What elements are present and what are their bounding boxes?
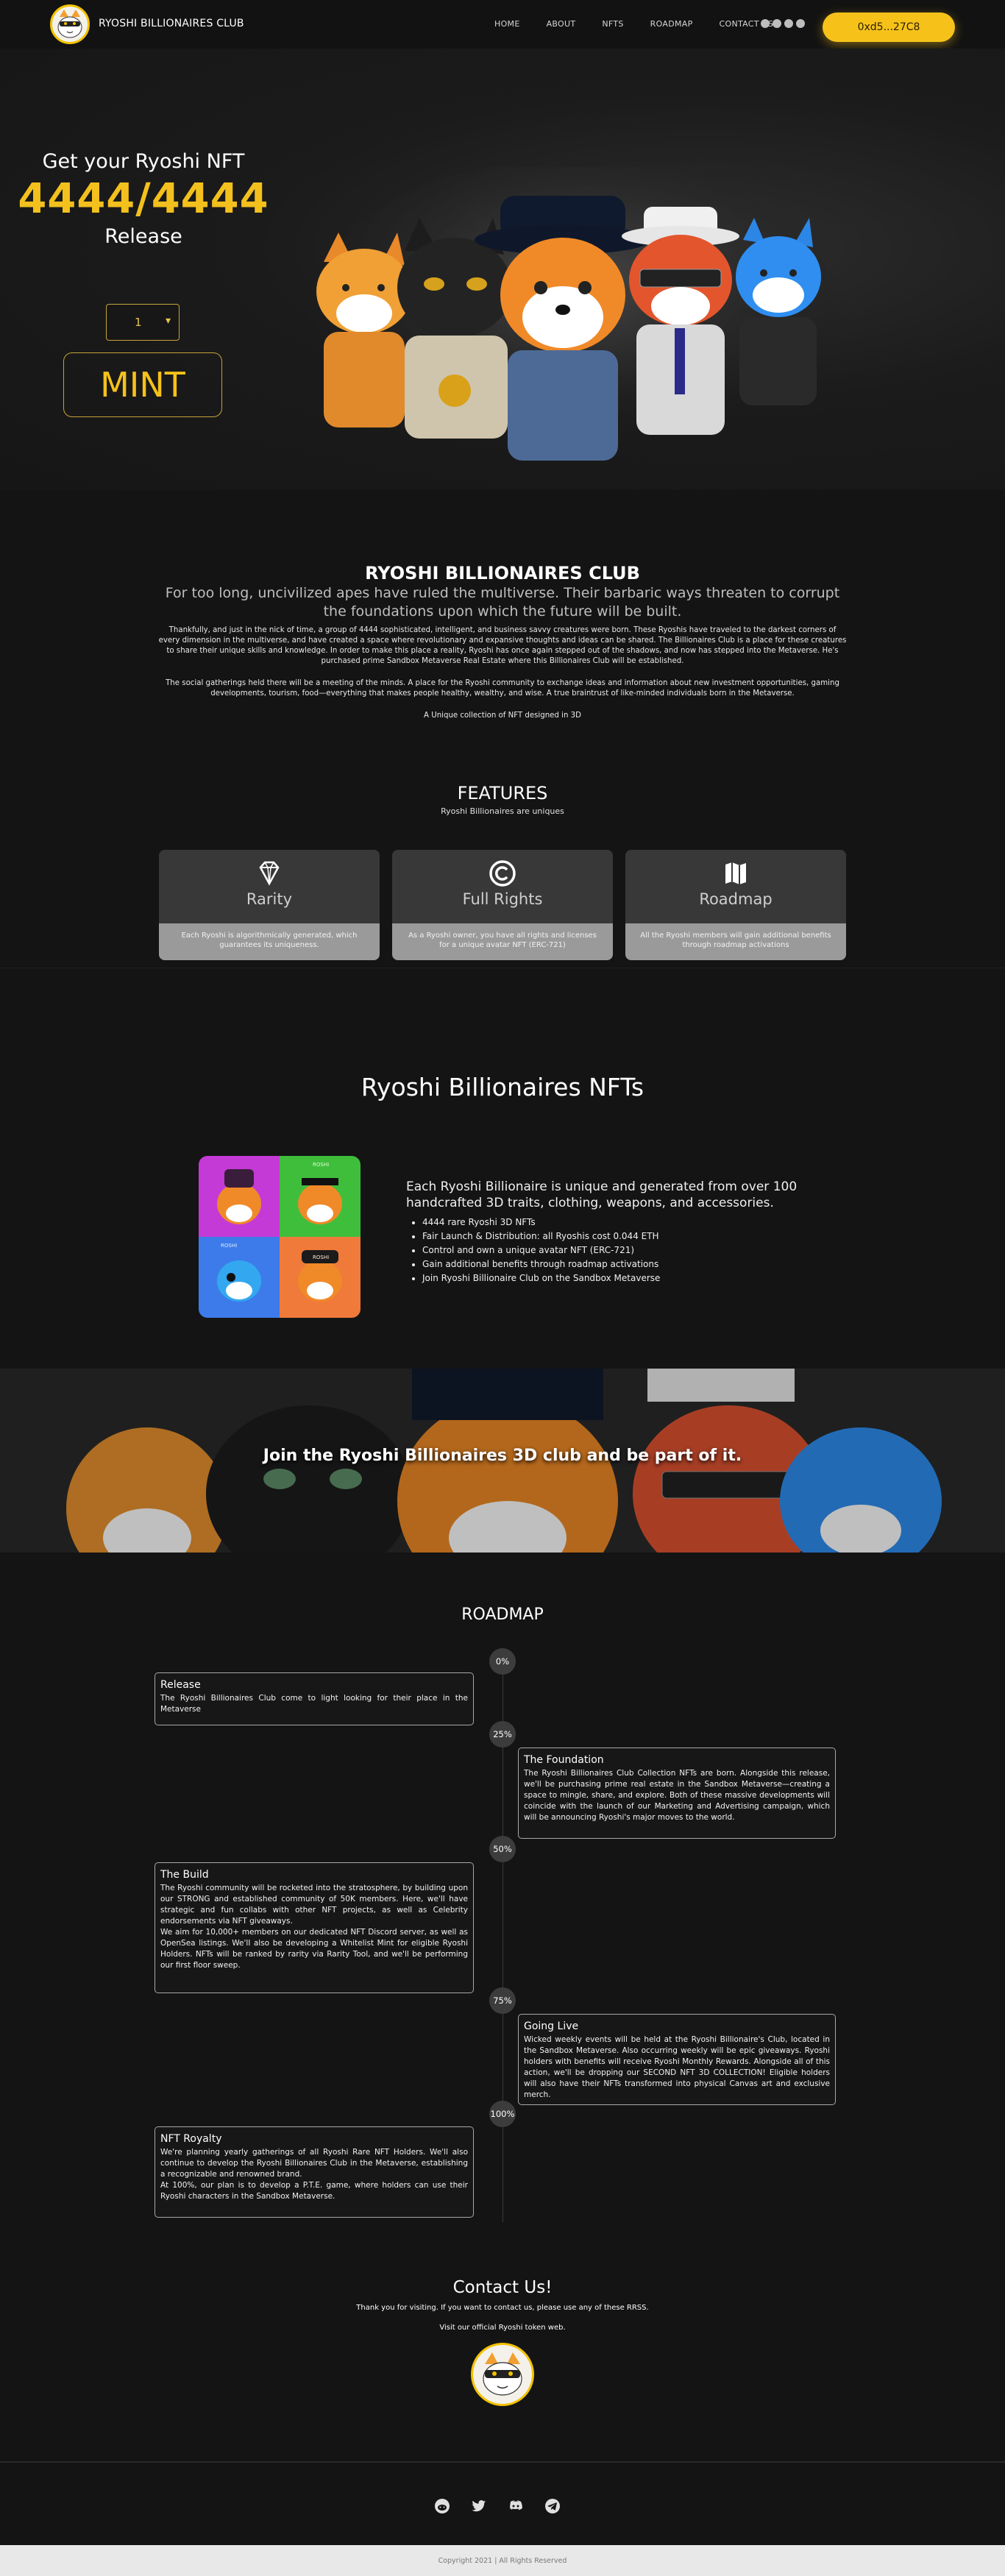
about-title: RYOSHI BILLIONAIRES CLUB [365,563,640,583]
list-item: Fair Launch & Distribution: all Ryoshis … [422,1230,660,1243]
reddit-icon[interactable] [434,2498,450,2514]
milestone-25-percent: 25% [489,1721,516,1748]
quantity-select[interactable]: 1 ▾ [106,304,180,341]
roadmap-item-release: Release The Ryoshi Billionaires Club com… [155,1672,474,1725]
collage-tag: ROSHI [313,1255,329,1260]
nfts-headline: Each Ryoshi Billionaire is unique and ge… [406,1179,798,1210]
feature-description: Each Ryoshi is algorithmically generated… [159,923,380,960]
wallet-button[interactable]: 0xd5...27C8 [823,13,955,42]
discord-icon[interactable] [773,19,781,28]
discord-icon[interactable] [508,2498,524,2514]
diamond-icon [259,861,280,886]
milestone-100-percent: 100% [489,2101,516,2127]
top-navbar: RYOSHI BILLIONAIRES CLUB HOME ABOUT NFTS… [0,0,1005,49]
feature-label: Roadmap [699,890,773,908]
about-paragraph-2: The social gatherings held there will be… [166,679,839,698]
roadmap-item-title: The Foundation [524,1754,604,1766]
list-item: 4444 rare Ryoshi 3D NFTs [422,1216,660,1230]
about-subtitle: For too long, uncivilized apes have rule… [165,585,840,620]
twitter-icon[interactable] [784,19,793,28]
map-icon [725,862,746,884]
roadmap-item-the-build: The Build The Ryoshi community will be r… [155,1862,474,1993]
roadmap-item-body: We aim for 10,000+ members on our dedica… [160,1928,468,1970]
roadmap-section: ROADMAP 0% 25% 50% 75% 100% Release The … [0,1553,1005,2244]
feature-card-full-rights: Full Rights As a Ryoshi owner, you have … [392,850,613,960]
roadmap-item-body: The Ryoshi community will be rocketed in… [160,1884,468,1926]
nfts-section: Ryoshi Billionaires NFTs ROSHI ROSHI ROS… [0,968,1005,1369]
hero-characters-image [309,166,839,468]
nav-links: HOME ABOUT NFTS ROADMAP CONTACT US [494,19,800,29]
list-item: Join Ryoshi Billionaire Club on the Sand… [422,1271,660,1285]
nfts-title: Ryoshi Billionaires NFTs [361,1073,644,1101]
list-item: Control and own a unique avatar NFT (ERC… [422,1243,660,1257]
banner-heading: Join the Ryoshi Billionaires 3D club and… [263,1447,742,1465]
logo-image[interactable] [50,4,90,44]
telegram-icon[interactable] [796,19,805,28]
join-banner: Join the Ryoshi Billionaires 3D club and… [0,1369,1005,1553]
roadmap-item-title: The Build [160,1869,209,1881]
list-item: Gain additional benefits through roadmap… [422,1257,660,1271]
mint-button[interactable]: MINT [63,352,222,417]
nav-link-nfts[interactable]: NFTS [602,19,623,29]
roadmap-item-body: We're planning yearly gatherings of all … [160,2148,468,2179]
quantity-value: 1 [135,316,142,329]
feature-card-rarity: Rarity Each Ryoshi is algorithmically ge… [159,850,380,960]
chevron-down-icon: ▾ [166,315,171,327]
roadmap-item-title: NFT Royalty [160,2133,222,2145]
mint-counter: 4444/4444 [18,175,269,223]
roadmap-item-body: Wicked weekly events will be held at the… [524,2035,830,2099]
contact-title: Contact Us! [452,2278,553,2297]
reddit-icon[interactable] [761,19,770,28]
roadmap-item-body: At 100%, our plan is to develop a P.T.E.… [160,2181,468,2201]
ryoshi-token-logo[interactable] [471,2343,534,2406]
roadmap-title: ROADMAP [461,1605,544,1624]
nft-collage-image: ROSHI ROSHI ROSHI [199,1156,361,1318]
features-section: FEATURES Ryoshi Billionaires are uniques… [0,765,1005,964]
footer: Copyright 2021 | All Rights Reserved [0,2461,1005,2576]
roadmap-item-foundation: The Foundation The Ryoshi Billionaires C… [518,1748,836,1839]
roadmap-item-body: The Ryoshi Billionaires Club come to lig… [160,1694,468,1714]
roadmap-item-body: The Ryoshi Billionaires Club Collection … [524,1769,830,1822]
nav-link-about[interactable]: ABOUT [547,19,576,29]
collage-tag: ROSHI [221,1243,237,1249]
contact-token-text: Visit our official Ryoshi token web. [439,2324,566,2332]
roadmap-item-nft-royalty: NFT Royalty We're planning yearly gather… [155,2126,474,2218]
hero-section: Get your Ryoshi NFT 4444/4444 Release 1 … [0,49,1005,490]
features-subtitle: Ryoshi Billionaires are uniques [441,806,564,816]
hero-heading: Get your Ryoshi NFT [42,150,245,173]
roadmap-item-title: Release [160,1679,201,1691]
nav-link-home[interactable]: HOME [494,19,520,29]
feature-card-roadmap: Roadmap All the Ryoshi members will gain… [625,850,846,960]
feature-description: As a Ryoshi owner, you have all rights a… [392,923,613,960]
brand-name[interactable]: RYOSHI BILLIONAIRES CLUB [99,18,244,29]
contact-text: Thank you for visiting. If you want to c… [356,2304,649,2312]
feature-description: All the Ryoshi members will gain additio… [625,923,846,960]
contact-section: Contact Us! Thank you for visiting. If y… [0,2244,1005,2458]
telegram-icon[interactable] [544,2498,561,2514]
footer-social-icons [434,2498,561,2514]
features-title: FEATURES [457,783,548,803]
nav-link-roadmap[interactable]: ROADMAP [650,19,693,29]
about-paragraph-1: Thankfully, and just in the nick of time… [158,626,847,665]
about-paragraph-3: A Unique collection of NFT designed in 3… [424,712,581,720]
nfts-feature-list: 4444 rare Ryoshi 3D NFTs Fair Launch & D… [422,1216,660,1285]
collage-tag: ROSHI [313,1162,329,1168]
nav-social-icons [761,19,805,28]
feature-label: Full Rights [462,890,543,908]
milestone-75-percent: 75% [489,1987,516,2014]
copyright-bar: Copyright 2021 | All Rights Reserved [0,2545,1005,2576]
feature-label: Rarity [246,890,293,908]
roadmap-item-going-live: Going Live Wicked weekly events will be … [518,2014,836,2105]
about-section: RYOSHI BILLIONAIRES CLUB For too long, u… [0,530,1005,743]
roadmap-item-title: Going Live [524,2020,579,2032]
hero-release-label: Release [104,225,182,248]
milestone-0-percent: 0% [489,1648,516,1675]
twitter-icon[interactable] [471,2498,487,2514]
milestone-50-percent: 50% [489,1836,516,1862]
copyright-icon [489,860,516,887]
